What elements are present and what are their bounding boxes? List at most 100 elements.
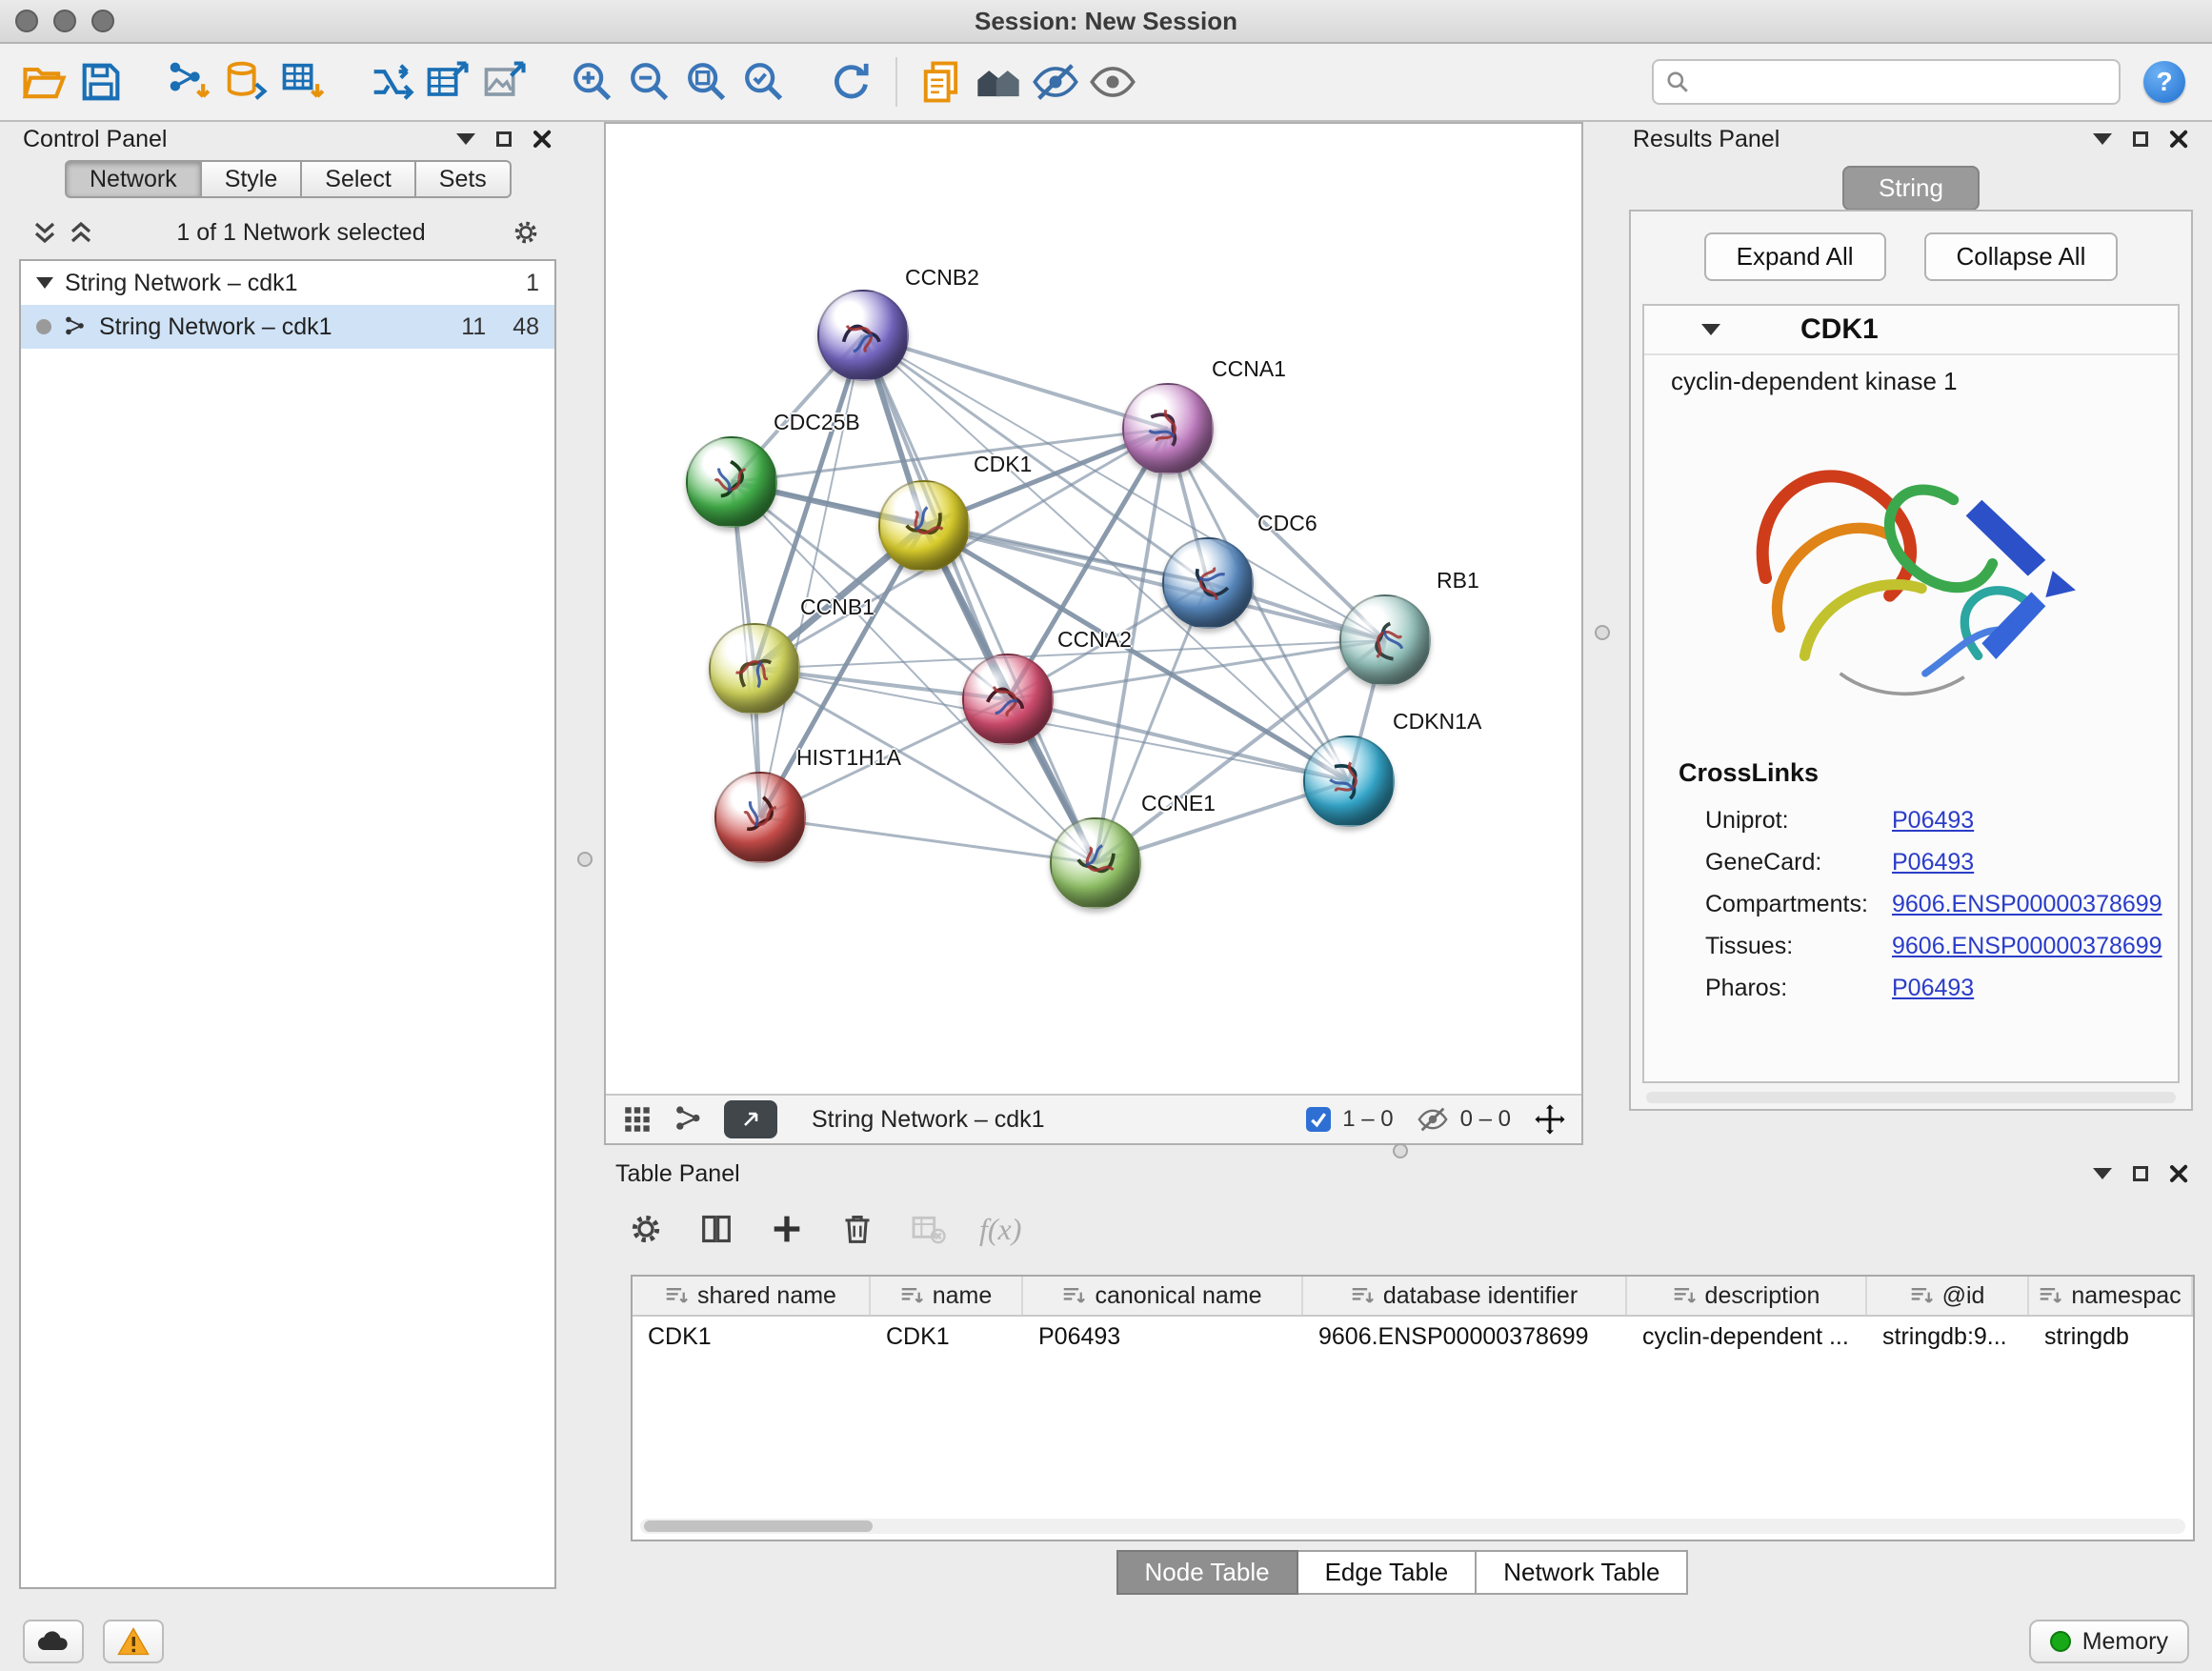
delete-column-trash-icon[interactable] [838, 1210, 876, 1248]
warnings-button[interactable] [103, 1620, 164, 1663]
grid-mode-button[interactable] [621, 1103, 654, 1136]
network-mode-button[interactable] [673, 1103, 705, 1136]
current-network-indicator [36, 319, 51, 334]
panel-menu-button[interactable] [2092, 129, 2113, 150]
selected-items-checkbox[interactable] [1306, 1107, 1331, 1132]
column-header-name[interactable]: name [871, 1277, 1023, 1315]
column-header-shared-name[interactable]: shared name [633, 1277, 871, 1315]
horizontal-scrollbar[interactable] [640, 1519, 2185, 1534]
panel-close-button[interactable] [2168, 129, 2189, 150]
tab-select[interactable]: Select [302, 160, 415, 198]
network-node-cdc6[interactable] [1162, 537, 1254, 629]
panel-menu-button[interactable] [2092, 1163, 2113, 1184]
pan-mode-button[interactable] [1534, 1103, 1566, 1136]
panel-float-button[interactable] [2130, 1163, 2151, 1184]
left-splitter-handle[interactable] [577, 852, 593, 867]
new-network-from-table-button[interactable] [419, 53, 476, 111]
new-network-button[interactable] [362, 53, 419, 111]
network-node-cdk1[interactable] [878, 480, 970, 572]
scrollbar-thumb[interactable] [644, 1520, 873, 1532]
crosslink-link[interactable]: P06493 [1892, 807, 1974, 835]
network-node-hist1h1a[interactable] [714, 772, 806, 863]
crosslink-link[interactable]: P06493 [1892, 975, 1974, 1002]
network-node-label: RB1 [1437, 568, 1479, 594]
gene-card-header[interactable]: CDK1 [1644, 306, 2178, 355]
cell-database-identifier: 9606.ENSP00000378699 [1303, 1317, 1627, 1357]
tab-string[interactable]: String [1842, 166, 1980, 211]
network-node-ccne1[interactable] [1050, 817, 1141, 909]
tab-node-table[interactable]: Node Table [1116, 1550, 1298, 1595]
zoom-selected-button[interactable] [735, 53, 793, 111]
column-header-namespace[interactable]: namespac [2029, 1277, 2193, 1315]
column-header-description[interactable]: description [1627, 1277, 1867, 1315]
search-input[interactable] [1698, 69, 2107, 95]
birds-eye-view-button[interactable] [970, 53, 1027, 111]
panel-float-button[interactable] [2130, 129, 2151, 150]
zoom-out-button[interactable] [621, 53, 678, 111]
network-collection-row[interactable]: String Network – cdk1 1 [21, 261, 554, 305]
open-session-button[interactable] [15, 53, 72, 111]
collapse-all-button[interactable]: Collapse All [1924, 232, 2119, 281]
arrow-up-right-icon [739, 1108, 762, 1131]
network-node-ccna1[interactable] [1122, 383, 1214, 474]
gear-icon[interactable] [511, 217, 541, 248]
panel-float-button[interactable] [493, 129, 514, 150]
collapse-all-icon[interactable] [34, 221, 55, 244]
detach-view-button[interactable] [724, 1100, 777, 1138]
import-network-file-button[interactable] [160, 53, 217, 111]
network-node-rb1[interactable] [1339, 594, 1431, 686]
tab-sets[interactable]: Sets [416, 160, 512, 198]
cloud-status-button[interactable] [23, 1620, 84, 1663]
right-splitter-handle[interactable] [1595, 625, 1610, 640]
expand-all-button[interactable]: Expand All [1704, 232, 1886, 281]
panel-menu-button[interactable] [455, 129, 476, 150]
help-button[interactable]: ? [2143, 61, 2185, 103]
crosslink-link[interactable]: 9606.ENSP00000378699 [1892, 891, 2162, 918]
save-session-button[interactable] [72, 53, 130, 111]
tab-network-table[interactable]: Network Table [1477, 1550, 1688, 1595]
tab-style[interactable]: Style [202, 160, 303, 198]
column-type-icon [665, 1284, 688, 1307]
crosslink-link[interactable]: P06493 [1892, 849, 1974, 876]
search-icon [1665, 70, 1690, 94]
copy-document-button[interactable] [913, 53, 970, 111]
zoom-in-button[interactable] [564, 53, 621, 111]
export-image-button[interactable] [476, 53, 533, 111]
network-canvas[interactable]: CCNB2CCNA1CDC25BCDK1CDC6RB1CCNB1CCNA2CDK… [606, 124, 1581, 1094]
add-column-icon[interactable] [768, 1210, 806, 1248]
crosslink-link[interactable]: 9606.ENSP00000378699 [1892, 933, 2162, 960]
network-node-cdc25b[interactable] [686, 436, 777, 528]
hide-selected-button[interactable] [1027, 53, 1084, 111]
column-label: description [1705, 1282, 1820, 1310]
show-all-button[interactable] [1084, 53, 1141, 111]
memory-button[interactable]: Memory [2029, 1620, 2189, 1663]
expand-all-icon[interactable] [70, 221, 91, 244]
refresh-button[interactable] [823, 53, 880, 111]
panel-close-button[interactable] [2168, 1163, 2189, 1184]
column-header-canonical-name[interactable]: canonical name [1023, 1277, 1303, 1315]
network-node-ccna2[interactable] [962, 654, 1054, 745]
search-box[interactable] [1652, 59, 2121, 105]
import-network-database-button[interactable] [217, 53, 274, 111]
tab-network[interactable]: Network [65, 160, 202, 198]
network-node-cdkn1a[interactable] [1303, 735, 1395, 827]
function-builder-button: f(x) [979, 1212, 1021, 1247]
panel-close-button[interactable] [532, 129, 553, 150]
results-scrollbar[interactable] [1646, 1092, 2176, 1103]
column-header-database-identifier[interactable]: database identifier [1303, 1277, 1627, 1315]
network-node-label: CCNA1 [1212, 356, 1286, 382]
tab-edge-table[interactable]: Edge Table [1298, 1550, 1478, 1595]
collapse-section-icon[interactable] [1701, 324, 1720, 335]
zoom-fit-button[interactable] [678, 53, 735, 111]
table-row[interactable]: CDK1 CDK1 P06493 9606.ENSP00000378699 cy… [633, 1317, 2193, 1357]
import-table-button[interactable] [274, 53, 332, 111]
network-node-ccnb1[interactable] [709, 623, 800, 715]
network-node-ccnb2[interactable] [817, 290, 909, 381]
hidden-items-icon[interactable] [1417, 1103, 1449, 1136]
column-header-id[interactable]: @id [1867, 1277, 2029, 1315]
network-row[interactable]: String Network – cdk1 11 48 [21, 305, 554, 349]
tree-expander-icon[interactable] [36, 277, 53, 289]
table-settings-gear-icon[interactable] [627, 1210, 665, 1248]
table-arrow-icon [423, 57, 473, 107]
show-columns-icon[interactable] [697, 1210, 735, 1248]
